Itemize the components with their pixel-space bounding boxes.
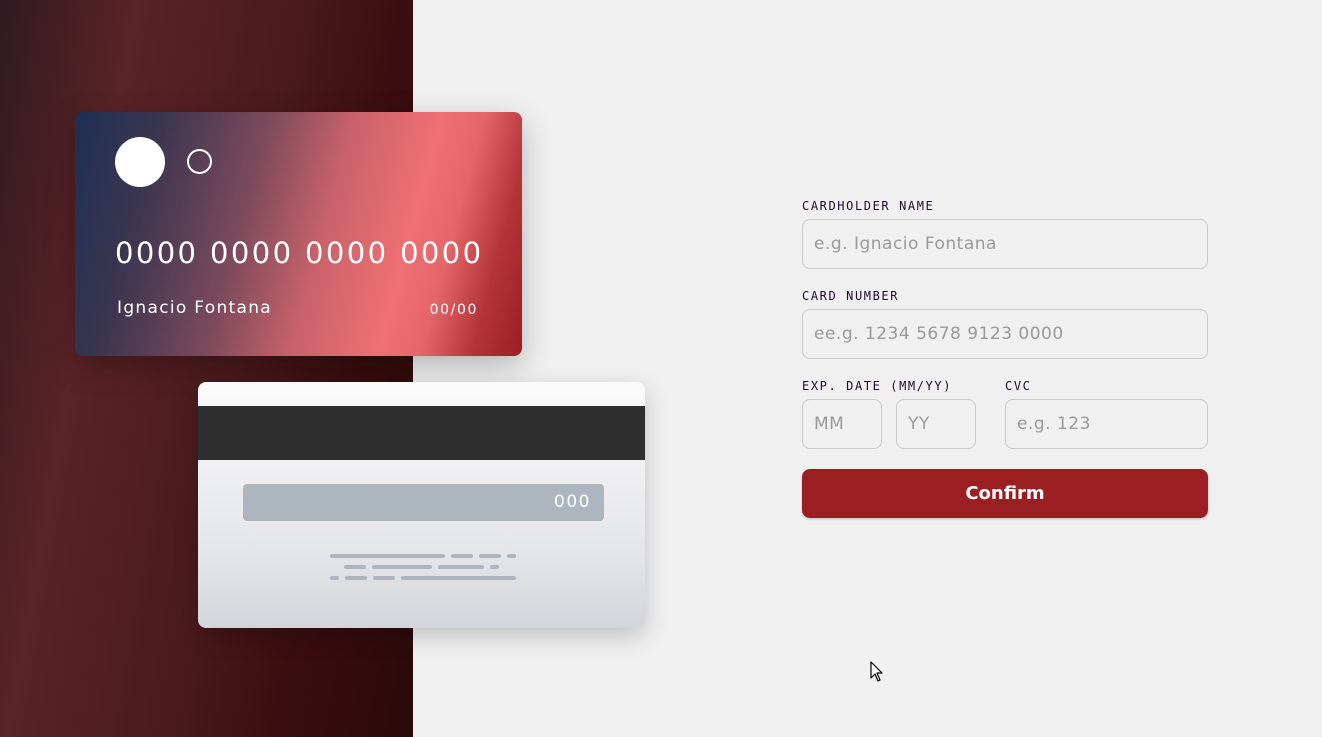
cardholder-name-display: Ignacio Fontana xyxy=(117,298,272,318)
signature-strip: 000 xyxy=(243,484,604,521)
cardholder-name-label: CARDHOLDER NAME xyxy=(802,199,935,213)
cardholder-name-input[interactable] xyxy=(802,219,1208,269)
expiry-year-input[interactable] xyxy=(896,399,976,449)
card-number-input[interactable] xyxy=(802,309,1208,359)
expiry-month-input[interactable] xyxy=(802,399,882,449)
card-details-form: CARDHOLDER NAME CARD NUMBER EXP. DATE (M… xyxy=(802,199,1208,518)
card-fine-print-decoration xyxy=(330,554,520,582)
cvc-label: CVC xyxy=(1005,379,1032,393)
cvc-input[interactable] xyxy=(1005,399,1208,449)
card-logo-ring-icon xyxy=(187,149,212,174)
expiry-date-label: EXP. DATE (MM/YY) xyxy=(802,379,953,393)
expiry-date-group: EXP. DATE (MM/YY) xyxy=(802,379,977,449)
cvc-group: CVC xyxy=(1005,379,1208,449)
confirm-button[interactable]: Confirm xyxy=(802,469,1208,518)
card-back-preview: 000 xyxy=(198,382,645,628)
card-expiry-display: 00/00 xyxy=(429,302,478,318)
card-number-display: 0000 0000 0000 0000 xyxy=(115,236,484,270)
card-front-preview: 0000 0000 0000 0000 Ignacio Fontana 00/0… xyxy=(75,112,522,356)
card-number-label: CARD NUMBER xyxy=(802,289,900,303)
card-cvc-display: 000 xyxy=(554,492,591,512)
card-logo-filled-circle-icon xyxy=(115,137,165,187)
mouse-pointer-icon xyxy=(870,661,883,682)
magnetic-stripe xyxy=(198,406,645,460)
